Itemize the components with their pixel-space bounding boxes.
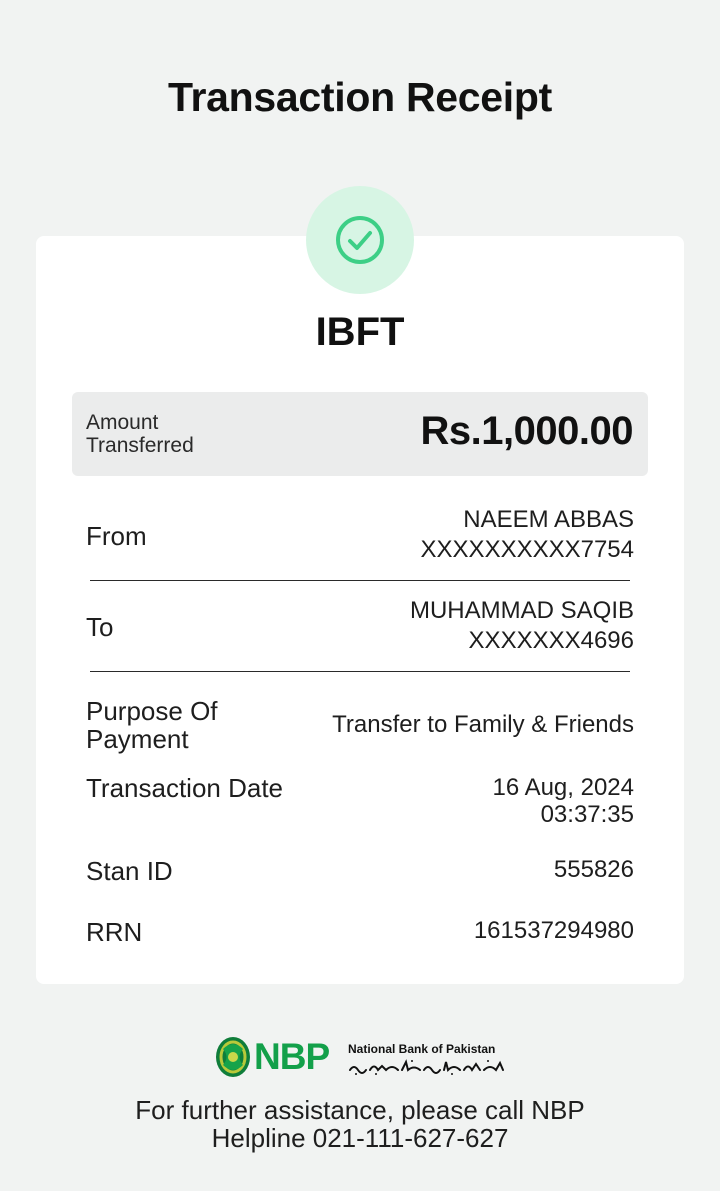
success-badge: [306, 186, 414, 294]
check-circle-icon: [336, 216, 384, 264]
divider: [90, 671, 630, 672]
helpline-text: For further assistance, please call NBP H…: [135, 1095, 585, 1153]
purpose-label: Purpose Of Payment: [86, 696, 218, 754]
purpose-value: Transfer to Family & Friends: [332, 711, 634, 738]
logo-urdu-wordmark: [349, 1059, 504, 1075]
logo-name: National Bank of Pakistan: [348, 1042, 496, 1056]
rrn-label: RRN: [86, 917, 143, 947]
from-name: NAEEM ABBAS: [463, 506, 634, 533]
nbp-emblem-icon: [216, 1037, 250, 1077]
stan-id-label: Stan ID: [86, 856, 173, 886]
from-value: NAEEM ABBAS XXXXXXXXXX7754: [421, 505, 634, 565]
to-name: MUHAMMAD SAQIB: [409, 597, 634, 624]
from-label: From: [86, 521, 147, 551]
nbp-logo: NBP National Bank of Pakistan: [214, 1034, 514, 1082]
stan-id-value: 555826: [553, 856, 634, 883]
transaction-date-value: 16 Aug, 2024 03:37:35: [493, 774, 634, 828]
rrn-value: 161537294980: [473, 917, 634, 944]
logo-abbreviation: NBP: [254, 1036, 330, 1077]
transaction-time: 03:37:35: [540, 801, 634, 828]
transaction-date: 16 Aug, 2024: [492, 774, 634, 801]
from-account: XXXXXXXXXX7754: [420, 536, 634, 563]
amount-value: Rs.1,000.00: [420, 409, 634, 453]
amount-box: Amount Transferred Rs.1,000.00: [72, 392, 648, 476]
page-title: Transaction Receipt: [168, 74, 552, 120]
transaction-date-label: Transaction Date: [86, 773, 284, 803]
to-value: MUHAMMAD SAQIB XXXXXXX4696: [410, 596, 634, 656]
to-label: To: [86, 612, 114, 642]
transaction-type: IBFT: [315, 310, 405, 354]
to-account: XXXXXXX4696: [468, 627, 634, 654]
amount-label: Amount Transferred: [86, 411, 194, 457]
divider: [90, 580, 630, 581]
